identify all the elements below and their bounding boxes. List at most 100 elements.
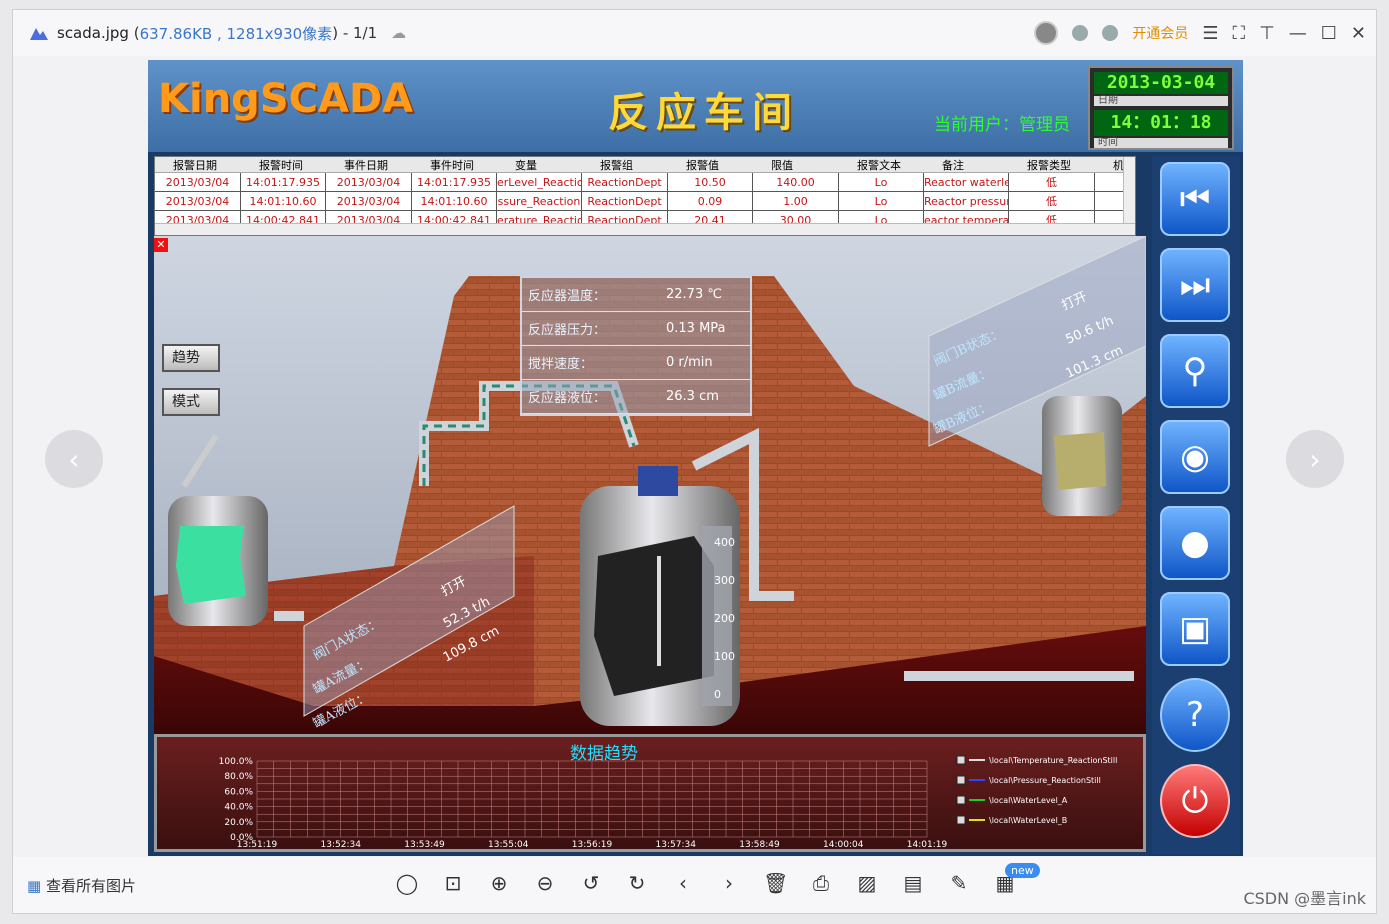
help-button[interactable]: ?: [1160, 678, 1230, 752]
legend-checkbox[interactable]: [956, 815, 966, 825]
first-page-button[interactable]: ⏮: [1160, 162, 1230, 236]
cloud-upload-icon[interactable]: ☁: [391, 24, 406, 42]
next-page-button[interactable]: ⏭: [1160, 248, 1230, 322]
alarm-cell: 2013/03/04: [326, 173, 412, 191]
alarm-vertical-scrollbar[interactable]: [1123, 157, 1135, 225]
alarm-column-header[interactable]: 备注: [924, 157, 1009, 172]
alarm-cell: 1.00: [753, 192, 839, 210]
grid-icon: ▦: [27, 877, 46, 895]
alarm-column-header[interactable]: 报警文本: [839, 157, 924, 172]
alarm-column-header[interactable]: 事件日期: [326, 157, 412, 172]
alarm-cell: Reactor pressure: [924, 192, 1009, 210]
x-tick-label: 13:52:34: [321, 840, 362, 849]
alarm-column-header[interactable]: 报警日期: [155, 157, 241, 172]
maximize-icon[interactable]: ☐: [1321, 23, 1337, 44]
image-viewer-window: scada.jpg (637.86KB , 1281x930像素) - 1/1 …: [12, 9, 1377, 914]
legend-checkbox[interactable]: [956, 795, 966, 805]
alarm-column-header[interactable]: 限值: [753, 157, 839, 172]
new-badge: new: [1005, 863, 1040, 878]
actual-size-icon[interactable]: ⊡: [441, 871, 465, 895]
legend-label: \local\Pressure_ReactionStill: [989, 776, 1101, 785]
pin-icon[interactable]: ⊤: [1259, 23, 1275, 44]
edit-icon[interactable]: ✎: [947, 871, 971, 895]
reactor-readout: 反应器温度： 22.73 ℃ 反应器压力： 0.13 MPa 搅拌速度： 0 r/mi…: [520, 276, 752, 416]
trend-button[interactable]: 趋势: [162, 344, 220, 372]
alarm-cell: 2013/03/04: [155, 173, 241, 191]
rotate-left-icon[interactable]: ↺: [579, 871, 603, 895]
y-tick-label: 80.0%: [224, 772, 253, 782]
legend-label: \local\WaterLevel_B: [989, 816, 1067, 825]
readout-temperature: 反应器温度： 22.73 ℃: [522, 278, 750, 312]
alarm-horizontal-scrollbar[interactable]: [155, 223, 1135, 235]
search-button[interactable]: ⚲: [1160, 334, 1230, 408]
skip-back-icon: ⏮: [1179, 179, 1211, 219]
trend-panel: 数据趋势 100.0% 80.0% 60.0% 40.0% 20.0% 0.0% 13:51…: [154, 734, 1146, 852]
scada-header: KingSCADA 反应车间 当前用户：管理员 2013-03-04 日期 14…: [148, 60, 1243, 152]
globe-button[interactable]: ◉: [1160, 420, 1230, 494]
avatar[interactable]: [1034, 21, 1059, 45]
chevron-right-icon: ›: [1309, 442, 1321, 476]
delete-icon[interactable]: 🗑: [763, 871, 788, 895]
readout-level: 反应器液位： 26.3 cm: [522, 380, 750, 414]
next-image-button[interactable]: ›: [1286, 430, 1344, 488]
readout-pressure: 反应器压力： 0.13 MPa: [522, 312, 750, 346]
users-button[interactable]: ●: [1160, 506, 1230, 580]
close-alarm-icon[interactable]: ✕: [154, 238, 168, 252]
zoom-in-icon[interactable]: ⊕: [487, 871, 511, 895]
menu-icon[interactable]: ☰: [1202, 23, 1218, 44]
temperature-label: 反应器温度：: [528, 289, 607, 304]
clock-time: 14：01：18: [1094, 110, 1228, 136]
legend-checkbox[interactable]: [956, 775, 966, 785]
alarm-body: 2013/03/04 14:01:17.935 2013/03/04 14:01:17…: [155, 173, 1135, 230]
power-button[interactable]: ⏻: [1160, 764, 1230, 838]
prev-image-button[interactable]: ‹: [45, 430, 103, 488]
scada-image: KingSCADA 反应车间 当前用户：管理员 2013-03-04 日期 14…: [148, 60, 1243, 856]
alarm-row[interactable]: 2013/03/04 14:01:17.935 2013/03/04 14:01:17…: [155, 173, 1135, 192]
alarm-cell: 14:01:10.60: [412, 192, 497, 210]
close-icon[interactable]: ✕: [1351, 23, 1366, 44]
workshop-title: 反应车间: [608, 89, 800, 136]
power-icon: ⏻: [1181, 781, 1209, 821]
alarm-column-header[interactable]: 报警类型: [1009, 157, 1095, 172]
temperature-value: 22.73 ℃: [666, 287, 722, 302]
print-icon[interactable]: ⎙: [809, 871, 833, 895]
reactor-scale-mark: 100: [714, 650, 735, 663]
y-tick-label: 20.0%: [224, 818, 253, 828]
alarm-column-header[interactable]: 事件时间: [412, 157, 497, 172]
alarm-column-header[interactable]: 变量: [497, 157, 582, 172]
alarm-cell: 低: [1009, 173, 1095, 191]
alarm-cell: erLevel_Reactior: [497, 173, 582, 191]
lock-button[interactable]: ▣: [1160, 592, 1230, 666]
rotate-right-icon[interactable]: ↻: [625, 871, 649, 895]
clock-panel: 2013-03-04 日期 14：01：18 时间: [1088, 66, 1234, 150]
reactor-scale-mark: 200: [714, 612, 735, 625]
alarm-row[interactable]: 2013/03/04 14:01:10.60 2013/03/04 14:01:10.…: [155, 192, 1135, 211]
scada-toolbar: ⏮ ⏭ ⚲ ◉ ● ▣ ? ⏻: [1152, 156, 1240, 854]
see-all-images-link[interactable]: ▦ 查看所有图片: [27, 875, 136, 896]
next-icon[interactable]: ›: [717, 871, 741, 895]
alarm-cell: Lo: [839, 192, 924, 210]
search-icon: ⚲: [1182, 351, 1208, 391]
crop-icon[interactable]: ▤: [901, 871, 925, 895]
mouse-icon[interactable]: ◯: [395, 871, 419, 895]
file-name: scada.jpg: [57, 24, 129, 42]
zoom-out-icon[interactable]: ⊖: [533, 871, 557, 895]
alarm-cell: Lo: [839, 173, 924, 191]
mode-button[interactable]: 模式: [162, 388, 220, 416]
x-tick-label: 13:55:04: [488, 840, 529, 849]
alarm-column-header[interactable]: 报警值: [668, 157, 753, 172]
alarm-cell: Reactor waterleve: [924, 173, 1009, 191]
previous-icon[interactable]: ‹: [671, 871, 695, 895]
minimize-icon[interactable]: —: [1289, 23, 1307, 44]
alarm-cell: 2013/03/04: [326, 192, 412, 210]
vip-link[interactable]: 开通会员: [1132, 23, 1188, 43]
alarm-cell: ReactionDept: [582, 173, 668, 191]
legend-label: \local\Temperature_ReactionStill: [989, 756, 1117, 765]
image-edit-icon[interactable]: ▨: [855, 871, 879, 895]
x-tick-label: 13:53:49: [404, 840, 445, 849]
watermark: CSDN @墨言ink: [1243, 889, 1366, 908]
alarm-column-header[interactable]: 报警时间: [241, 157, 326, 172]
fullscreen-icon[interactable]: ⛶: [1232, 23, 1245, 44]
legend-checkbox[interactable]: [956, 755, 966, 765]
alarm-column-header[interactable]: 报警组: [582, 157, 668, 172]
